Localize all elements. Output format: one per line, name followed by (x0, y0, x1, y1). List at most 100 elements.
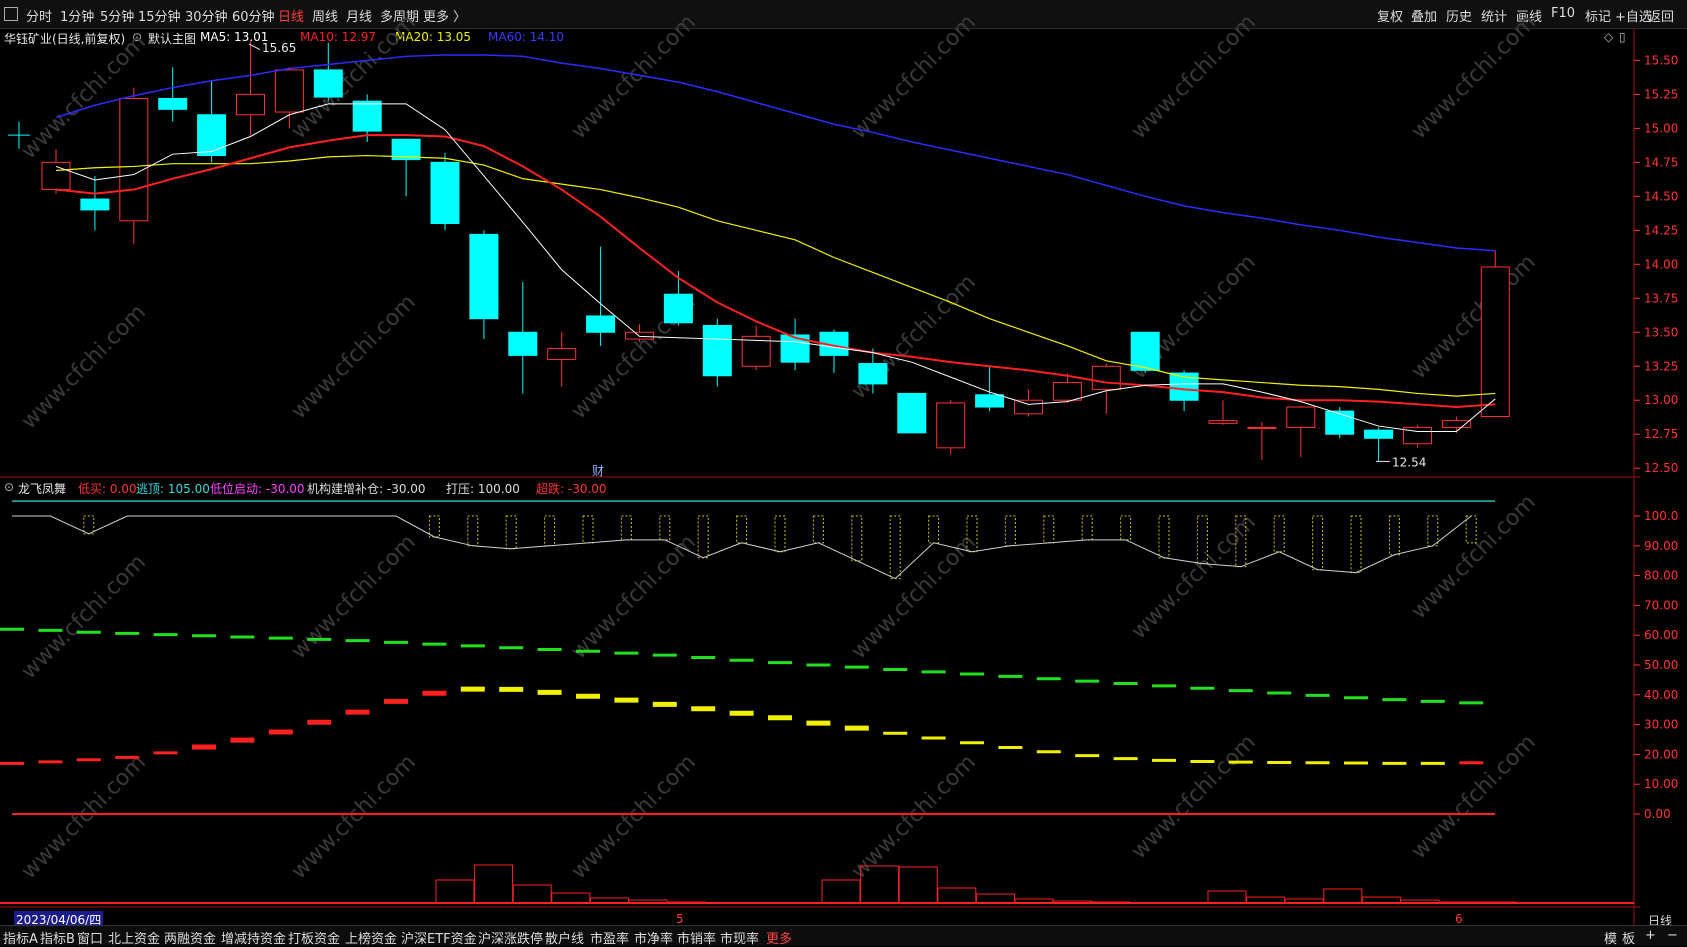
volume-bar (821, 879, 861, 904)
bottom-control-0[interactable]: 模 (1604, 928, 1617, 947)
indicator-bar (736, 515, 748, 544)
volume-bar (435, 879, 475, 904)
volume-bar (1323, 888, 1363, 904)
bottom-control-2[interactable]: + (1645, 928, 1656, 943)
candle-body (1286, 406, 1316, 428)
watermark-text: www.cfchi.com (287, 530, 421, 664)
watermark-text: www.cfchi.com (17, 300, 151, 434)
bottom-tab-13[interactable]: 市销率 (677, 928, 716, 947)
watermark-text: www.cfchi.com (17, 750, 151, 884)
indicator-bar (928, 515, 940, 544)
watermark-text: www.cfchi.com (17, 550, 151, 684)
price-tick-label: 14.75 (1644, 155, 1678, 169)
watermark-text: www.cfchi.com (287, 750, 421, 884)
indicator-tick-label: 40.00 (1644, 688, 1678, 702)
watermark-text: www.cfchi.com (287, 290, 421, 424)
watermark-text: www.cfchi.com (847, 750, 981, 884)
indicator-bar (1427, 515, 1439, 547)
price-tick-label: 13.25 (1644, 359, 1678, 373)
volume-bar (1207, 890, 1247, 904)
price-tick-label: 12.50 (1644, 461, 1678, 475)
indicator-bar (774, 515, 786, 553)
candle-body (625, 331, 654, 340)
bottom-tab-0[interactable]: 指标A (3, 928, 38, 947)
indicator-bar (889, 515, 901, 580)
bottom-tab-10[interactable]: 散户线 (545, 928, 584, 947)
candle-body (197, 114, 227, 157)
candle-body (897, 392, 927, 434)
watermark-text: www.cfchi.com (847, 530, 981, 664)
candle-body (663, 293, 693, 324)
bottom-tab-9[interactable]: 沪深涨跌停 (478, 928, 543, 947)
bottom-tab-5[interactable]: 增减持资金 (221, 928, 286, 947)
bottom-tab-7[interactable]: 上榜资金 (345, 928, 397, 947)
price-tick-label: 15.50 (1644, 53, 1678, 67)
candle-body (1441, 420, 1471, 428)
indicator-tick-label: 20.00 (1644, 747, 1678, 761)
watermark-text: www.cfchi.com (1127, 10, 1261, 144)
indicator-bar (1388, 515, 1400, 556)
indicator-bar (544, 515, 556, 547)
volume-bar (474, 864, 514, 904)
candle-body (1014, 399, 1043, 415)
indicator-tick-label: 70.00 (1644, 598, 1678, 612)
indicator-bar (83, 515, 95, 535)
bottom-tab-8[interactable]: 沪深ETF资金 (401, 928, 477, 947)
month-marker-6: 6 (1455, 912, 1463, 926)
candle-body (1130, 331, 1160, 371)
watermark-text: www.cfchi.com (1127, 730, 1261, 864)
watermark-text: www.cfchi.com (1407, 730, 1541, 864)
bottom-tab-12[interactable]: 市净率 (634, 928, 673, 947)
indicator-bar (467, 515, 479, 547)
volume-bar (551, 892, 591, 904)
bottom-control-3[interactable]: − (1667, 928, 1678, 943)
low-price-label: 12.54 (1392, 455, 1426, 469)
bottom-control-1[interactable]: 板 (1622, 928, 1635, 947)
bottom-tab-11[interactable]: 市盈率 (590, 928, 629, 947)
high-price-label: 15.65 (262, 41, 296, 55)
bottom-tab-2[interactable]: 窗口 (77, 928, 103, 947)
bottom-tab-3[interactable]: 北上资金 (108, 928, 160, 947)
bottom-tab-4[interactable]: 两融资金 (164, 928, 216, 947)
watermark-text: www.cfchi.com (567, 530, 701, 664)
indicator-bar (1120, 515, 1132, 541)
volume-bar (512, 884, 552, 904)
watermark-text: www.cfchi.com (1127, 510, 1261, 644)
indicator-bar (1312, 515, 1324, 571)
month-marker-5: 5 (676, 912, 684, 926)
indicator-bar (697, 515, 709, 559)
candle-body (158, 97, 188, 110)
candle-body (702, 324, 732, 377)
candle-body (1091, 365, 1121, 390)
volume-bar (898, 866, 938, 904)
indicator-bar (1081, 515, 1093, 541)
indicator-bar (1043, 515, 1055, 544)
candle-body (975, 394, 1005, 408)
bottom-tab-15[interactable]: 更多 (766, 928, 792, 947)
bottom-tab-1[interactable]: 指标B (40, 928, 75, 947)
indicator-bar (812, 515, 824, 544)
price-tick-label: 14.00 (1644, 257, 1678, 271)
candle-body (313, 69, 343, 98)
indicator-tick-label: 90.00 (1644, 539, 1678, 553)
price-tick-label: 14.25 (1644, 223, 1678, 237)
watermark-text: www.cfchi.com (847, 10, 981, 144)
price-tick-label: 15.25 (1644, 87, 1678, 101)
indicator-tick-label: 10.00 (1644, 777, 1678, 791)
watermark-text: www.cfchi.com (1407, 250, 1541, 384)
chart-canvas[interactable]: www.cfchi.com www.cfchi.com www.cfchi.com w… (0, 0, 1687, 945)
ma20-line (55, 154, 1496, 397)
indicator-bar (1004, 515, 1016, 547)
candle-body (1247, 426, 1277, 429)
price-tick-label: 13.75 (1644, 291, 1678, 305)
candle-body (352, 100, 382, 132)
bottom-tab-14[interactable]: 市现率 (720, 928, 759, 947)
candle-body (936, 402, 966, 449)
bottom-tab-6[interactable]: 打板资金 (288, 928, 340, 947)
candle-body (586, 315, 616, 333)
indicator-tick-label: 30.00 (1644, 718, 1678, 732)
indicator-bar (620, 515, 632, 541)
candle-body (547, 348, 577, 360)
indicator-tick-label: 60.00 (1644, 628, 1678, 642)
candle-body (430, 161, 460, 225)
